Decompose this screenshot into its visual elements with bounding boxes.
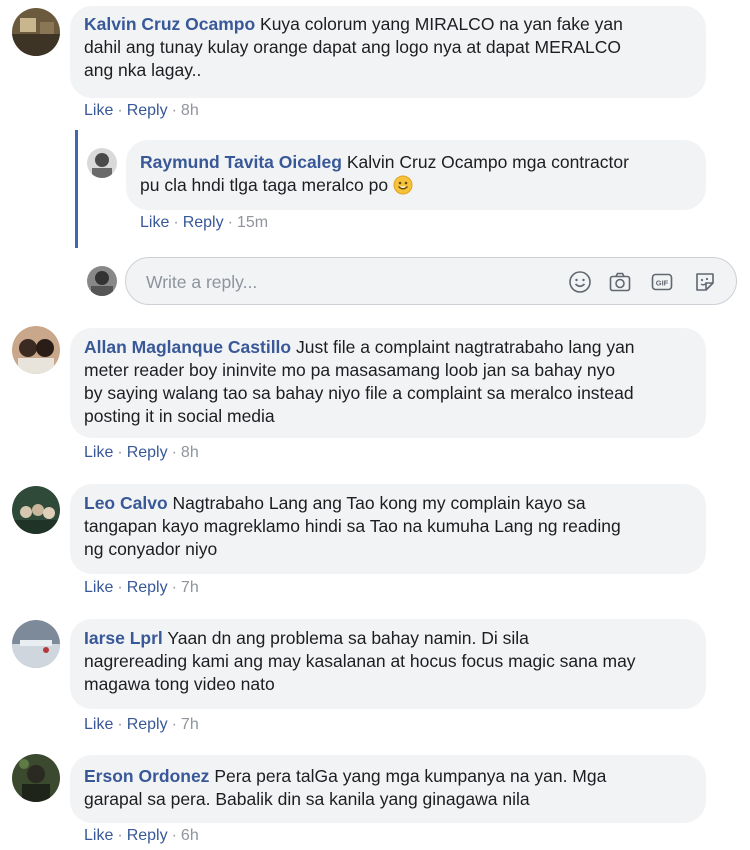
separator: ·	[171, 716, 177, 733]
comment-text: Kalvin Cruz Ocampo mga contractor	[346, 152, 629, 172]
emoji-icon[interactable]	[568, 270, 592, 294]
separator: ·	[227, 214, 233, 231]
comment-bubble: Allan Maglanque Castillo Just file a com…	[70, 328, 706, 438]
comment-text: nagrereading kami ang may kasalanan at h…	[84, 651, 636, 671]
reply-link[interactable]: Reply	[127, 579, 168, 596]
comment-actions: Like · Reply · 6h	[84, 827, 199, 845]
comment-text: Kuya colorum yang MIRALCO na yan fake ya…	[260, 14, 623, 34]
comment-author[interactable]: Allan Maglanque Castillo	[84, 337, 291, 357]
comment-author[interactable]: Iarse Lprl	[84, 628, 163, 648]
comment-author[interactable]: Kalvin Cruz Ocampo	[84, 14, 255, 34]
comment-text: posting it in social media	[84, 406, 275, 426]
comment-text: garapal sa pera. Babalik din sa kanila y…	[84, 789, 530, 809]
comment-text: ang nka lagay..	[84, 60, 202, 80]
separator: ·	[117, 102, 123, 119]
current-user-avatar	[87, 266, 117, 296]
comment-actions: Like · Reply · 8h	[84, 444, 199, 462]
separator: ·	[173, 214, 179, 231]
comment-text: meter reader boy ininvite mo pa masasama…	[84, 360, 616, 380]
timestamp[interactable]: 15m	[237, 214, 268, 231]
like-link[interactable]: Like	[84, 102, 113, 119]
like-link[interactable]: Like	[140, 214, 169, 231]
comment-text: pu cla hndi tlga taga meralco po	[140, 175, 389, 195]
comment-text: Yaan dn ang problema sa bahay namin. Di …	[167, 628, 529, 648]
avatar[interactable]	[12, 486, 60, 534]
timestamp[interactable]: 7h	[181, 716, 199, 733]
comment-text: Just file a complaint nagtratrabaho lang…	[296, 337, 635, 357]
comment-text: Nagtrabaho Lang ang Tao kong my complain…	[172, 493, 586, 513]
smile-emoji-icon	[393, 175, 413, 195]
like-link[interactable]: Like	[84, 827, 113, 844]
sticker-icon[interactable]	[693, 270, 717, 294]
comment-author[interactable]: Erson Ordonez	[84, 766, 209, 786]
comment-text: magawa tong video nato	[84, 674, 275, 694]
thread-indicator	[75, 130, 78, 248]
avatar[interactable]	[87, 148, 117, 178]
like-link[interactable]: Like	[84, 716, 113, 733]
timestamp[interactable]: 6h	[181, 827, 199, 844]
timestamp[interactable]: 8h	[181, 102, 199, 119]
avatar[interactable]	[12, 326, 60, 374]
comment-actions: Like · Reply · 8h	[84, 102, 199, 120]
comment-text: ng conyador niyo	[84, 539, 218, 559]
separator: ·	[171, 827, 177, 844]
avatar[interactable]	[12, 754, 60, 802]
svg-text:GIF: GIF	[656, 279, 669, 288]
timestamp[interactable]: 8h	[181, 444, 199, 461]
camera-icon[interactable]	[608, 270, 632, 294]
comment-bubble: Leo Calvo Nagtrabaho Lang ang Tao kong m…	[70, 484, 706, 574]
gif-icon[interactable]: GIF	[650, 270, 674, 294]
comment-author[interactable]: Leo Calvo	[84, 493, 168, 513]
comment-text: by saying walang tao sa bahay niyo file …	[84, 383, 634, 403]
comment-actions: Like · Reply · 15m	[140, 214, 268, 232]
reply-composer[interactable]: GIF	[125, 257, 737, 305]
comment-author[interactable]: Raymund Tavita Oicaleg	[140, 152, 342, 172]
separator: ·	[117, 827, 123, 844]
comment-bubble: Iarse Lprl Yaan dn ang problema sa bahay…	[70, 619, 706, 709]
timestamp[interactable]: 7h	[181, 579, 199, 596]
comment-actions: Like · Reply · 7h	[84, 579, 199, 597]
separator: ·	[171, 444, 177, 461]
like-link[interactable]: Like	[84, 579, 113, 596]
comment-actions: Like · Reply · 7h	[84, 716, 199, 734]
comment-text: dahil ang tunay kulay orange dapat ang l…	[84, 37, 622, 57]
reply-link[interactable]: Reply	[183, 214, 224, 231]
separator: ·	[117, 716, 123, 733]
like-link[interactable]: Like	[84, 444, 113, 461]
reply-link[interactable]: Reply	[127, 716, 168, 733]
comment-text: tangapan kayo magreklamo hindi sa Tao na…	[84, 516, 621, 536]
separator: ·	[117, 579, 123, 596]
comment-text: Pera pera talGa yang mga kumpanya na yan…	[214, 766, 607, 786]
reply-link[interactable]: Reply	[127, 827, 168, 844]
comment-bubble: Raymund Tavita Oicaleg Kalvin Cruz Ocamp…	[126, 140, 706, 210]
avatar[interactable]	[12, 620, 60, 668]
separator: ·	[171, 579, 177, 596]
separator: ·	[171, 102, 177, 119]
comment-bubble: Kalvin Cruz Ocampo Kuya colorum yang MIR…	[70, 6, 706, 98]
reply-link[interactable]: Reply	[127, 102, 168, 119]
avatar[interactable]	[12, 8, 60, 56]
reply-link[interactable]: Reply	[127, 444, 168, 461]
comment-bubble: Erson Ordonez Pera pera talGa yang mga k…	[70, 755, 706, 823]
separator: ·	[117, 444, 123, 461]
reply-input[interactable]	[144, 268, 548, 296]
